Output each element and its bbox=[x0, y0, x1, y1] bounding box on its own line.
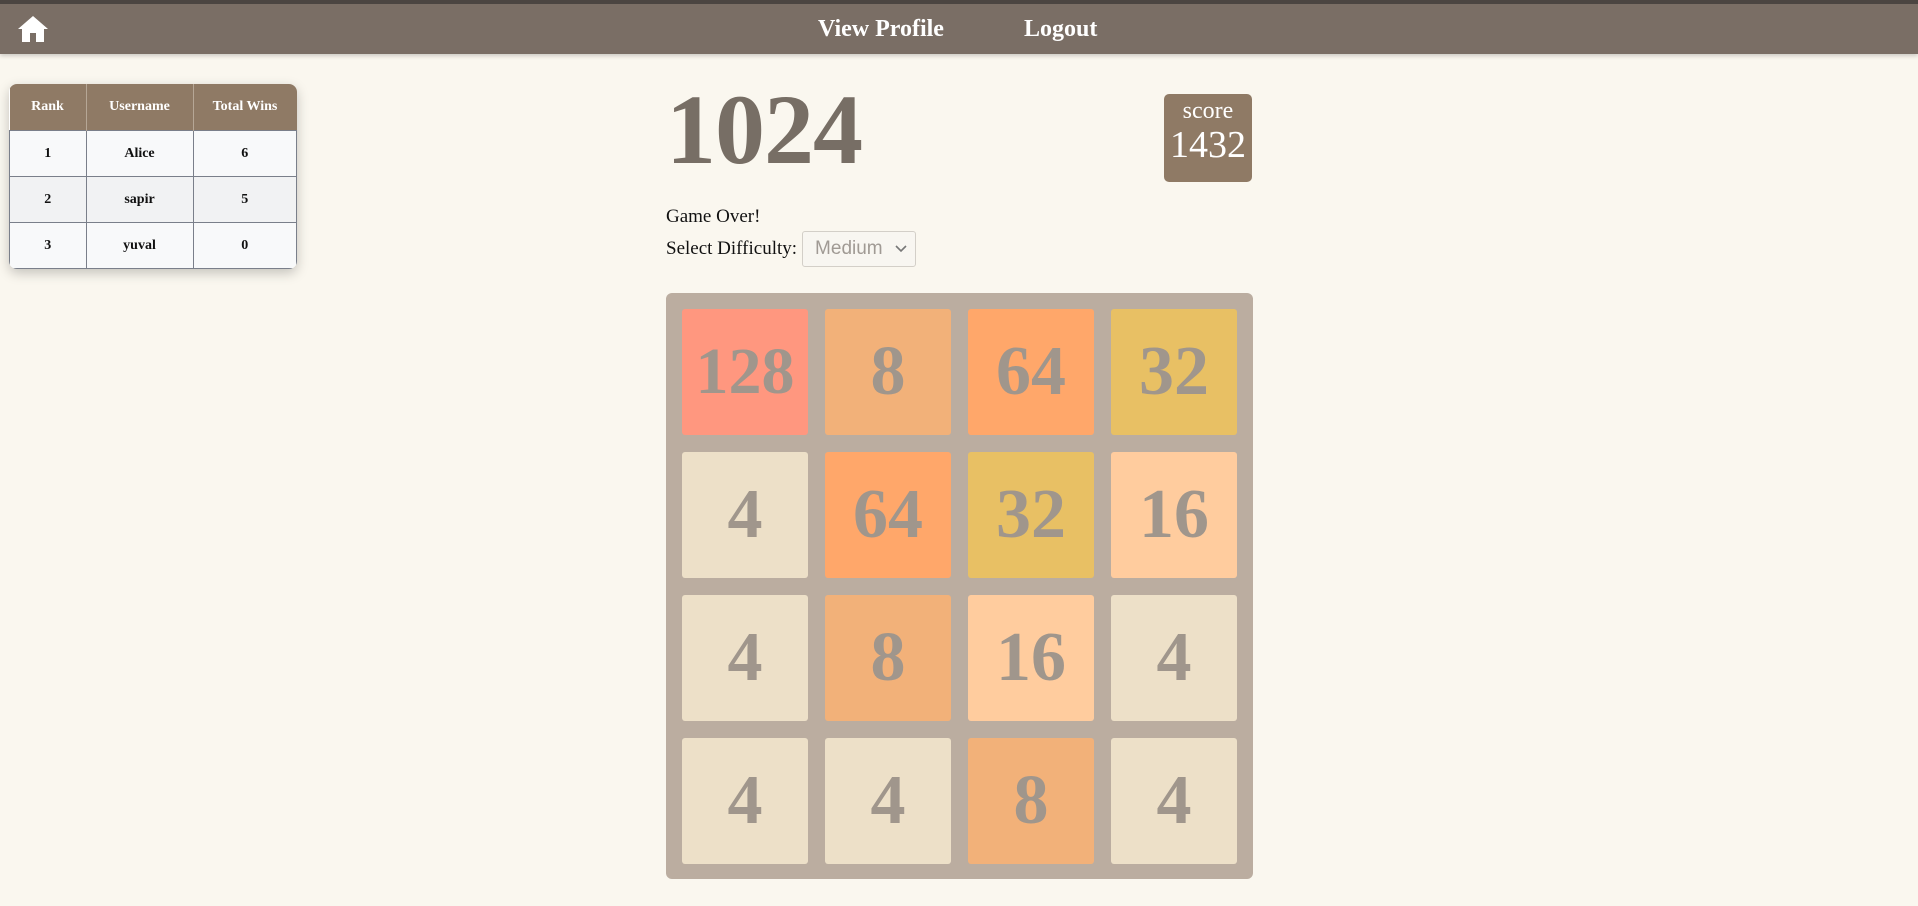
view-profile-link[interactable]: View Profile bbox=[818, 15, 944, 43]
difficulty-row: Select Difficulty: Medium bbox=[666, 230, 917, 268]
username-header: Username bbox=[86, 84, 194, 131]
wins-cell: 6 bbox=[192, 130, 297, 177]
table-row: 1 Alice 6 bbox=[9, 130, 297, 177]
difficulty-selected-value: Medium bbox=[815, 238, 883, 259]
tile-r3-c0: 4 bbox=[682, 738, 808, 864]
difficulty-select[interactable]: Medium bbox=[802, 231, 917, 267]
game-board: 128 8 64 32 4 64 32 16 4 8 16 4 4 4 8 4 bbox=[666, 293, 1253, 879]
tile-r2-c1: 8 bbox=[825, 595, 951, 721]
game-title: 1024 bbox=[666, 74, 863, 185]
table-row: 3 yuval 0 bbox=[9, 222, 297, 269]
score-label: score bbox=[1182, 98, 1234, 124]
tile-r1-c0: 4 bbox=[682, 452, 808, 578]
tile-r0-c0: 128 bbox=[682, 309, 808, 435]
username-cell: yuval bbox=[85, 222, 194, 269]
logout-link[interactable]: Logout bbox=[1024, 15, 1097, 43]
tile-r0-c1: 8 bbox=[825, 309, 951, 435]
game-status: Game Over! bbox=[666, 206, 761, 227]
score-value: 1432 bbox=[1170, 124, 1246, 166]
tile-r0-c2: 64 bbox=[968, 309, 1094, 435]
top-nav-bar: View Profile Logout bbox=[0, 0, 1918, 54]
tile-r2-c0: 4 bbox=[682, 595, 808, 721]
total-wins-header: Total Wins bbox=[193, 84, 297, 131]
rank-cell: 3 bbox=[9, 222, 87, 269]
tile-r0-c3: 32 bbox=[1111, 309, 1237, 435]
chevron-down-icon bbox=[895, 245, 907, 253]
leaderboard-table: Rank Username Total Wins 1 Alice 6 2 sap… bbox=[9, 84, 297, 269]
tile-r2-c2: 16 bbox=[968, 595, 1094, 721]
table-row: 2 sapir 5 bbox=[9, 176, 297, 223]
tile-r3-c2: 8 bbox=[968, 738, 1094, 864]
tile-r1-c1: 64 bbox=[825, 452, 951, 578]
rank-header: Rank bbox=[9, 84, 87, 131]
tile-r3-c3: 4 bbox=[1111, 738, 1237, 864]
tile-r1-c3: 16 bbox=[1111, 452, 1237, 578]
rank-cell: 1 bbox=[9, 130, 87, 177]
leaderboard: Rank Username Total Wins 1 Alice 6 2 sap… bbox=[9, 84, 297, 269]
wins-cell: 5 bbox=[192, 176, 297, 223]
score-box: score 1432 bbox=[1164, 94, 1252, 182]
tile-r2-c3: 4 bbox=[1111, 595, 1237, 721]
home-icon[interactable] bbox=[17, 14, 49, 44]
tile-r1-c2: 32 bbox=[968, 452, 1094, 578]
username-cell: sapir bbox=[85, 176, 194, 223]
rank-cell: 2 bbox=[9, 176, 87, 223]
username-cell: Alice bbox=[85, 130, 194, 177]
difficulty-label: Select Difficulty: bbox=[666, 238, 798, 259]
tile-r3-c1: 4 bbox=[825, 738, 951, 864]
wins-cell: 0 bbox=[192, 222, 297, 269]
